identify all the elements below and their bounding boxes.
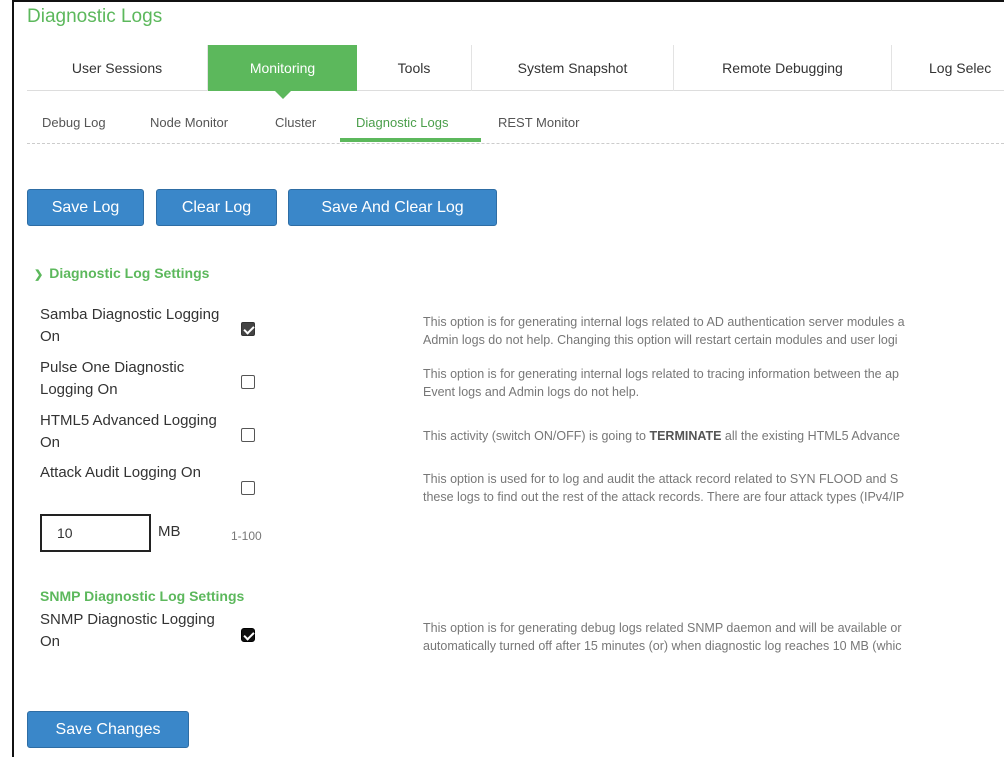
- description-text: This activity (switch ON/OFF) is going t…: [423, 429, 650, 443]
- tab-remote-debugging[interactable]: Remote Debugging: [674, 45, 892, 91]
- description-line: This option is for generating internal l…: [423, 315, 905, 329]
- tab-system-snapshot[interactable]: System Snapshot: [472, 45, 674, 91]
- tab-label: Tools: [397, 60, 431, 76]
- clear-log-button[interactable]: Clear Log: [156, 189, 277, 226]
- tab-label: Log Selec: [929, 60, 992, 76]
- tab-tools[interactable]: Tools: [357, 45, 472, 91]
- tab-monitoring[interactable]: Monitoring: [208, 45, 357, 99]
- description-line: This option is for generating debug logs…: [423, 621, 902, 635]
- tab-label: User Sessions: [71, 60, 163, 76]
- window-top-border: [12, 0, 1004, 2]
- tab-label: System Snapshot: [517, 60, 628, 76]
- diagnostic-log-settings-header[interactable]: ❯ Diagnostic Log Settings: [34, 265, 209, 281]
- section-title-text: Diagnostic Log Settings: [49, 265, 210, 281]
- snmp-logging-description: This option is for generating debug logs…: [423, 619, 1004, 655]
- html5-logging-label: HTML5 Advanced Logging On: [40, 412, 217, 451]
- save-log-button[interactable]: Save Log: [27, 189, 144, 226]
- subtab-node-monitor[interactable]: Node Monitor: [150, 104, 228, 142]
- pulse-one-logging-description: This option is for generating internal l…: [423, 365, 1004, 401]
- subtab-rest-monitor[interactable]: REST Monitor: [498, 104, 579, 142]
- html5-logging-checkbox[interactable]: [241, 428, 255, 442]
- samba-logging-label: Samba Diagnostic Logging On: [40, 306, 220, 345]
- save-changes-button[interactable]: Save Changes: [27, 711, 189, 748]
- tab-label: Remote Debugging: [722, 60, 843, 76]
- active-tab-caret: [274, 91, 291, 99]
- page-title: Diagnostic Logs: [27, 6, 163, 27]
- attack-audit-logging-label: Attack Audit Logging On: [40, 464, 201, 481]
- terminate-emphasis: TERMINATE: [649, 429, 722, 443]
- attack-audit-logging-checkbox[interactable]: [241, 481, 255, 495]
- attack-audit-logging-description: This option is used for to log and audit…: [423, 470, 1004, 506]
- snmp-logging-label: SNMP Diagnostic Logging On: [40, 611, 215, 650]
- window-left-border: [12, 0, 14, 757]
- description-line: This option is used for to log and audit…: [423, 472, 899, 486]
- pulse-one-logging-label: Pulse One Diagnostic Logging On: [40, 359, 185, 398]
- description-text: all the existing HTML5 Advance: [721, 429, 901, 443]
- log-size-unit: MB: [158, 523, 181, 540]
- tab-user-sessions[interactable]: User Sessions: [27, 45, 208, 91]
- samba-logging-checkbox[interactable]: [241, 322, 255, 336]
- subtab-diagnostic-logs[interactable]: Diagnostic Logs: [356, 104, 449, 142]
- active-subtab-underline: [340, 138, 481, 142]
- main-tabs: User Sessions Monitoring Tools System Sn…: [27, 45, 1004, 99]
- description-line: Admin logs do not help. Changing this op…: [423, 333, 898, 347]
- chevron-down-icon: ❯: [34, 269, 44, 281]
- subtab-cluster[interactable]: Cluster: [275, 104, 316, 142]
- snmp-section-title: SNMP Diagnostic Log Settings: [40, 588, 245, 604]
- snmp-logging-checkbox[interactable]: [241, 628, 255, 642]
- tab-log-select[interactable]: Log Selec: [892, 45, 1004, 91]
- log-size-input[interactable]: 10: [40, 514, 151, 552]
- description-line: Event logs and Admin logs do not help.: [423, 385, 640, 399]
- pulse-one-logging-checkbox[interactable]: [241, 375, 255, 389]
- save-and-clear-log-button[interactable]: Save And Clear Log: [288, 189, 497, 226]
- subtab-debug-log[interactable]: Debug Log: [42, 104, 106, 142]
- sub-tabs: Debug Log Node Monitor Cluster Diagnosti…: [27, 104, 1004, 144]
- description-line: This option is for generating internal l…: [423, 367, 899, 381]
- samba-logging-description: This option is for generating internal l…: [423, 313, 1004, 349]
- html5-logging-description: This activity (switch ON/OFF) is going t…: [423, 427, 1004, 445]
- log-size-range-hint: 1-100: [231, 529, 262, 543]
- tab-label: Monitoring: [249, 60, 316, 76]
- description-line: these logs to find out the rest of the a…: [423, 490, 905, 504]
- description-line: automatically turned off after 15 minute…: [423, 639, 902, 653]
